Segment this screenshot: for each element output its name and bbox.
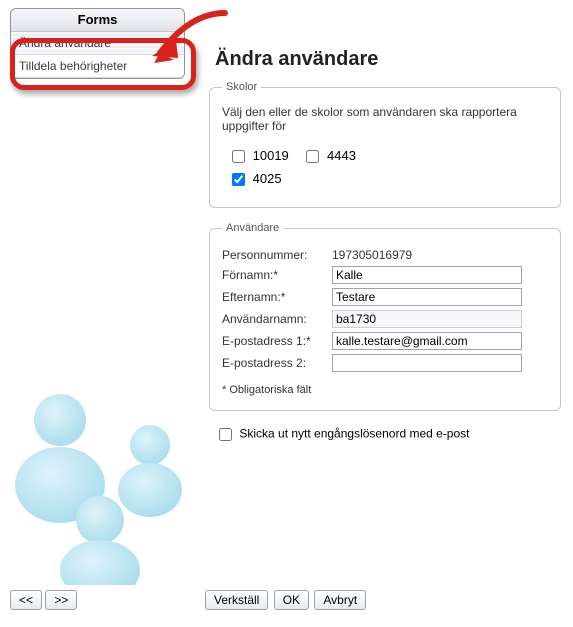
skolor-legend: Skolor [222,81,261,93]
forms-item-andra-anvandare[interactable]: Ändra användare [11,32,184,55]
fornamn-label: Förnamn:* [222,268,332,282]
send-password-label[interactable]: Skicka ut nytt engångslösenord med e-pos… [239,427,469,441]
decorative-people-icons [5,355,200,585]
personnummer-value: 197305016979 [332,248,412,262]
epost1-input[interactable] [332,332,522,350]
next-button[interactable]: >> [45,590,77,610]
avbryt-button[interactable]: Avbryt [314,590,366,610]
epost2-label: E-postadress 2: [222,356,332,370]
epost1-label: E-postadress 1:* [222,334,332,348]
skola-4025-checkbox[interactable] [232,173,245,186]
skola-10019-checkbox[interactable] [232,150,245,163]
obligatoriska-note: * Obligatoriska fält [222,384,548,396]
efternamn-label: Efternamn:* [222,290,332,304]
verkstall-button[interactable]: Verkställ [205,590,268,610]
ok-button[interactable]: OK [274,590,309,610]
epost2-input[interactable] [332,354,522,372]
forms-item-tilldela-behorigheter[interactable]: Tilldela behörigheter [11,55,184,78]
personnummer-label: Personnummer: [222,248,332,262]
skola-10019-label[interactable]: 10019 [253,148,289,163]
anvandarnamn-label: Användarnamn: [222,312,332,326]
fornamn-input[interactable] [332,266,522,284]
skolor-help: Välj den eller de skolor som användaren … [222,105,548,133]
anvandare-legend: Användare [222,222,283,234]
forms-panel: Forms Ändra användare Tilldela behörighe… [10,8,185,79]
send-password-checkbox[interactable] [219,428,232,441]
page-title: Ändra användare [215,48,565,71]
skolor-group: Skolor Välj den eller de skolor som anvä… [209,81,561,208]
efternamn-input[interactable] [332,288,522,306]
anvandarnamn-input[interactable] [332,310,522,328]
prev-button[interactable]: << [10,590,42,610]
forms-title: Forms [11,9,184,32]
skola-4443-label[interactable]: 4443 [327,148,356,163]
skola-4025-label[interactable]: 4025 [253,171,282,186]
anvandare-group: Användare Personnummer: 197305016979 För… [209,222,561,411]
skola-4443-checkbox[interactable] [306,150,319,163]
